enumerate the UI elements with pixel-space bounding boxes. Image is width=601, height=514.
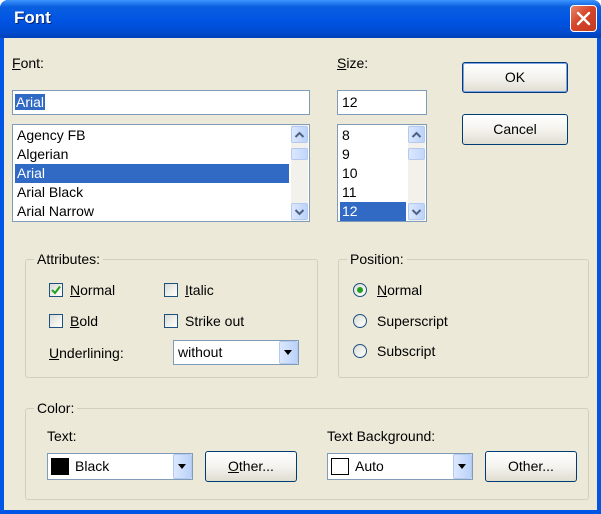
position-group: Position: [338, 251, 589, 378]
position-normal-radio[interactable] [353, 283, 367, 297]
ok-button[interactable]: OK [462, 62, 568, 93]
dropdown-arrow-icon [458, 464, 466, 469]
position-subscript-label[interactable]: Subscript [377, 343, 435, 359]
close-button[interactable] [570, 5, 597, 32]
font-list-item[interactable]: Arial Black [15, 183, 289, 202]
text-background-swatch [331, 458, 349, 475]
size-scroll-thumb[interactable] [408, 148, 425, 160]
ok-button-label: OK [504, 69, 526, 85]
size-scroll-down-button[interactable] [408, 203, 425, 220]
dropdown-arrow-icon [178, 464, 186, 469]
size-list-item[interactable]: 11 [340, 183, 406, 202]
italic-checkbox-label[interactable]: Italic [185, 282, 214, 298]
size-list-item[interactable]: 12 [340, 202, 406, 221]
size-list-item[interactable]: 9 [340, 145, 406, 164]
window-title: Font [14, 8, 51, 27]
strikeout-checkbox[interactable] [164, 314, 178, 328]
dialog-body: Font: Arial Agency FB Algerian Arial Arial … [4, 38, 597, 510]
text-background-label: Text Background: [327, 428, 436, 444]
font-list-scrollbar[interactable] [291, 125, 308, 221]
bold-checkbox-label[interactable]: Bold [70, 313, 98, 329]
underlining-dropdown-button[interactable] [279, 341, 298, 364]
underlining-label: Underlining: [49, 345, 124, 361]
title-bar[interactable]: Font [0, 0, 601, 38]
position-legend: Position: [347, 251, 407, 267]
cancel-button[interactable]: Cancel [462, 114, 568, 145]
size-list-scrollbar[interactable] [408, 125, 425, 221]
font-list-item[interactable]: Arial Narrow [15, 202, 289, 221]
text-color-select[interactable]: Black [47, 453, 193, 480]
position-superscript-label[interactable]: Superscript [377, 313, 448, 329]
underlining-value: without [178, 344, 223, 360]
text-background-other-button[interactable]: Other... [485, 451, 577, 482]
font-list-item[interactable]: Agency FB [15, 126, 289, 145]
size-list-item[interactable]: 8 [340, 126, 406, 145]
chevron-down-icon [294, 209, 305, 216]
underlining-select[interactable]: without [173, 340, 299, 365]
text-color-value: Black [75, 458, 110, 474]
font-list-item[interactable]: Arial [15, 164, 289, 183]
size-input[interactable]: 12 [337, 90, 427, 115]
chevron-down-icon [411, 209, 422, 216]
position-subscript-radio[interactable] [353, 344, 367, 358]
attributes-legend: Attributes: [34, 251, 104, 267]
size-list-item[interactable]: 10 [340, 164, 406, 183]
text-color-swatch [51, 458, 69, 475]
dropdown-arrow-icon [284, 350, 292, 355]
size-scroll-up-button[interactable] [408, 126, 425, 143]
normal-checkbox[interactable] [49, 283, 63, 297]
position-normal-label[interactable]: Normal [377, 282, 422, 298]
text-background-dropdown-button[interactable] [453, 454, 472, 479]
position-superscript-radio[interactable] [353, 314, 367, 328]
italic-checkbox[interactable] [164, 283, 178, 297]
size-list[interactable]: 8 9 10 11 12 [337, 124, 427, 222]
chevron-up-icon [294, 131, 305, 138]
font-name-input[interactable]: Arial [12, 90, 310, 115]
text-color-other-button[interactable]: Other... [205, 451, 297, 482]
font-name-value: Arial [15, 94, 46, 110]
normal-checkbox-label[interactable]: Normal [70, 282, 115, 298]
cancel-button-label: Cancel [493, 121, 537, 137]
color-legend: Color: [34, 400, 78, 416]
font-list-item[interactable]: Algerian [15, 145, 289, 164]
font-scroll-down-button[interactable] [291, 203, 308, 220]
text-color-other-label: Other... [228, 458, 274, 474]
font-dialog: Font Font: Arial Agency FB Algerian Arial A… [0, 0, 601, 514]
text-color-dropdown-button[interactable] [173, 454, 192, 479]
text-background-select[interactable]: Auto [327, 453, 473, 480]
text-background-other-label: Other... [508, 458, 554, 474]
chevron-up-icon [411, 131, 422, 138]
font-list[interactable]: Agency FB Algerian Arial Arial Black Arial N… [12, 124, 310, 222]
checkmark-icon [51, 285, 61, 295]
text-background-value: Auto [355, 458, 384, 474]
close-icon [576, 11, 591, 26]
font-label: Font: [12, 55, 44, 71]
text-color-label: Text: [47, 428, 77, 444]
font-scroll-thumb[interactable] [291, 148, 308, 160]
font-scroll-up-button[interactable] [291, 126, 308, 143]
size-label: Size: [337, 55, 369, 71]
size-value: 12 [342, 94, 358, 110]
bold-checkbox[interactable] [49, 314, 63, 328]
strikeout-checkbox-label[interactable]: Strike out [185, 313, 244, 329]
